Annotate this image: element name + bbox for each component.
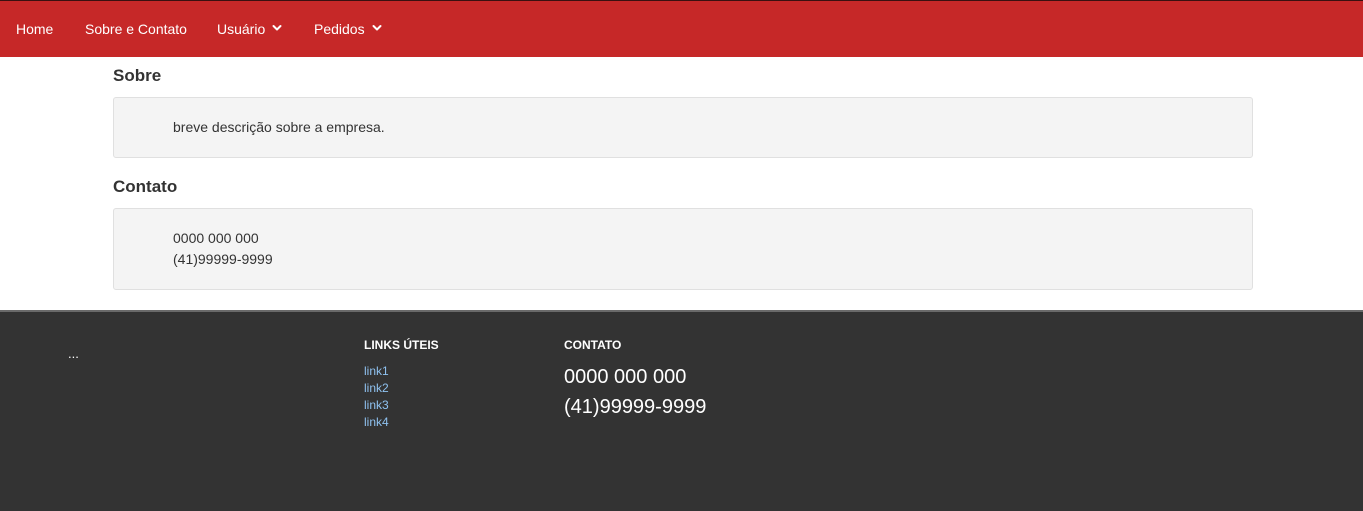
chevron-down-icon bbox=[372, 25, 382, 31]
footer-ellipsis: ... bbox=[68, 346, 79, 361]
nav-sobre-contato-link[interactable]: Sobre e Contato bbox=[85, 1, 187, 58]
sobre-panel: breve descrição sobre a empresa. bbox=[113, 97, 1253, 158]
contato-heading: Contato bbox=[113, 177, 178, 196]
footer-link-3[interactable]: link3 bbox=[364, 398, 389, 412]
top-navbar: Home Sobre e Contato Usuário Pedidos bbox=[0, 0, 1363, 57]
sobre-description: breve descrição sobre a empresa. bbox=[173, 119, 385, 135]
nav-pedidos-label: Pedidos bbox=[314, 21, 365, 37]
sobre-heading: Sobre bbox=[113, 66, 162, 85]
contato-phone-2: (41)99999-9999 bbox=[173, 251, 273, 267]
footer-contact-heading: CONTATO bbox=[564, 338, 622, 352]
footer-phone-1: 0000 000 000 bbox=[564, 366, 687, 388]
footer-link-4[interactable]: link4 bbox=[364, 415, 389, 429]
nav-pedidos-dropdown[interactable]: Pedidos bbox=[314, 1, 382, 58]
nav-usuario-label: Usuário bbox=[217, 21, 266, 37]
footer-phone-2: (41)99999-9999 bbox=[564, 396, 707, 418]
footer-link-1[interactable]: link1 bbox=[364, 364, 389, 378]
chevron-down-icon bbox=[272, 25, 282, 31]
nav-usuario-dropdown[interactable]: Usuário bbox=[217, 1, 282, 58]
footer-link-2[interactable]: link2 bbox=[364, 381, 389, 395]
nav-home-link[interactable]: Home bbox=[16, 1, 53, 58]
contato-panel: 0000 000 000 (41)99999-9999 bbox=[113, 208, 1253, 290]
footer-links-heading: LINKS ÚTEIS bbox=[364, 338, 439, 352]
page-footer: ... LINKS ÚTEIS link1 link2 link3 link4 … bbox=[0, 310, 1363, 511]
contato-phone-1: 0000 000 000 bbox=[173, 230, 259, 246]
